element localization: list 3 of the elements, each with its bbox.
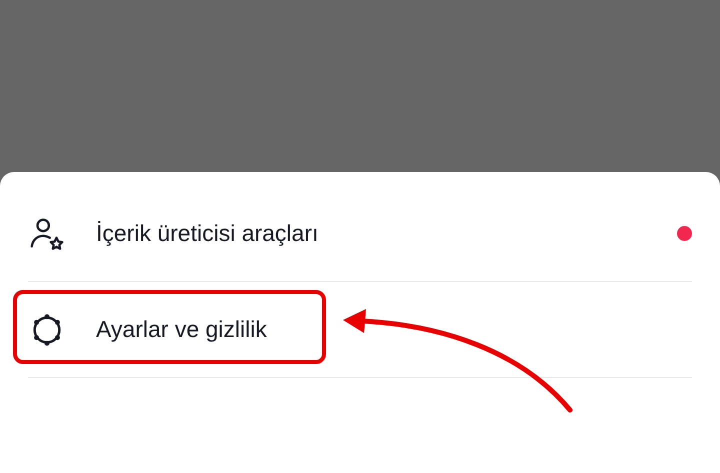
- menu-item[interactable]: İçerik üreticisi araçları: [28, 186, 692, 282]
- menu-item-label: Ayarlar ve gizlilik: [96, 316, 268, 343]
- menu-item-label: İçerik üreticisi araçları: [96, 220, 320, 247]
